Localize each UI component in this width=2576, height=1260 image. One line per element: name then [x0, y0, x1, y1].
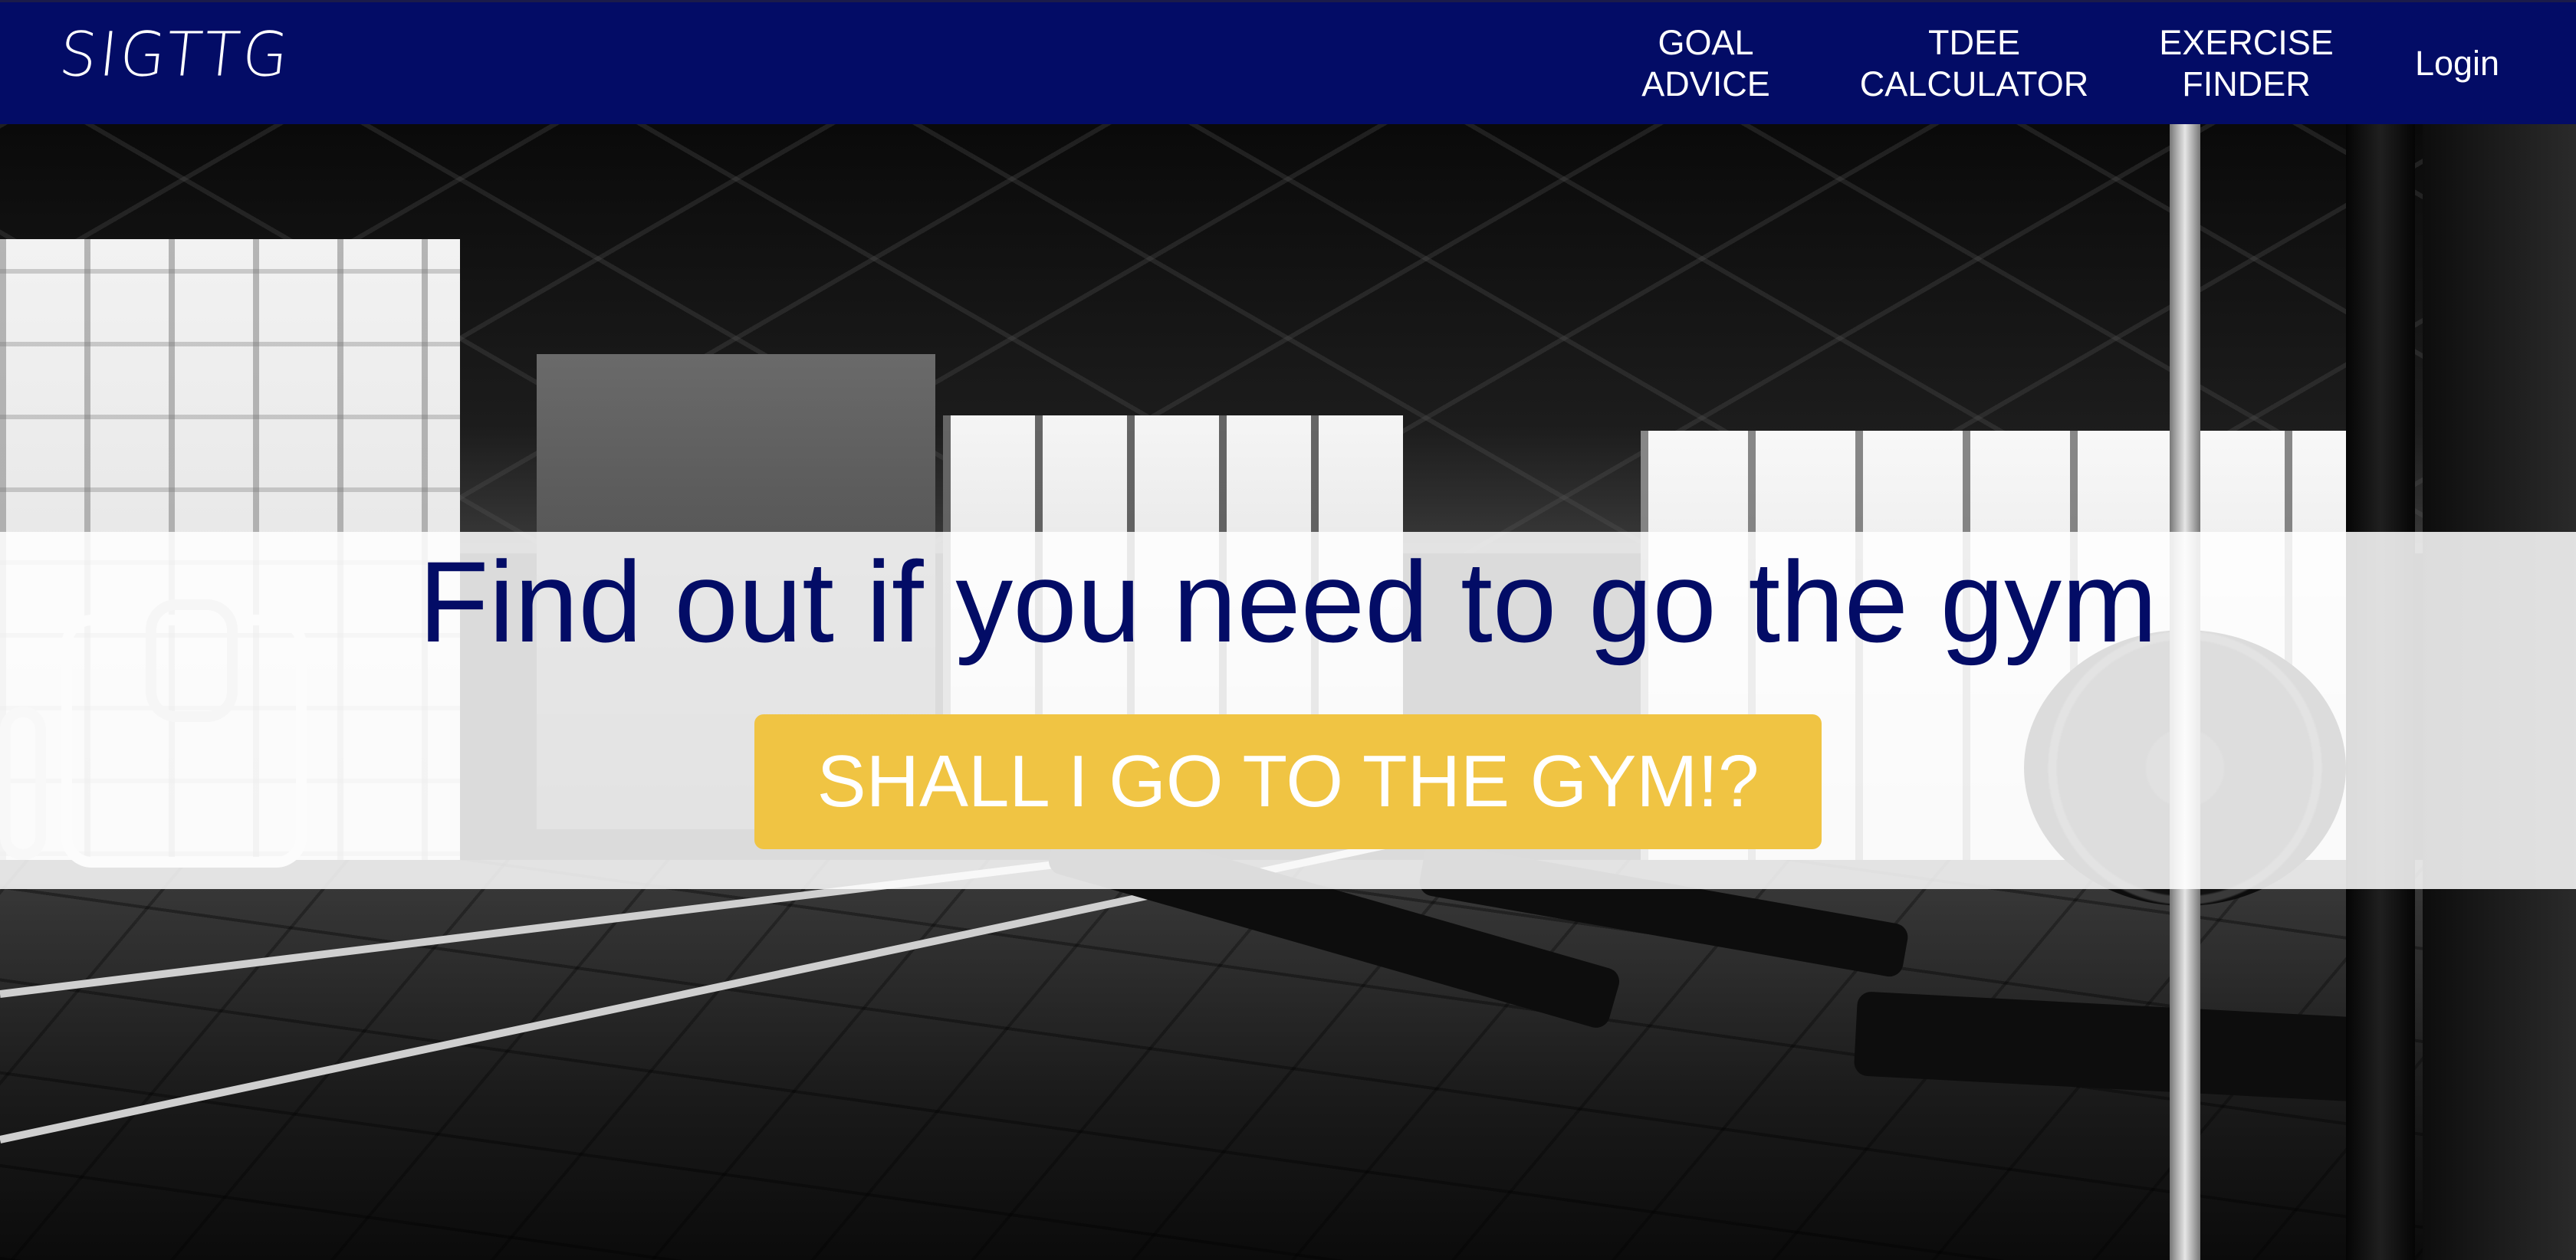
- hero-headline: Find out if you need to go the gym: [418, 537, 2158, 666]
- nav-links: GOAL ADVICE TDEE CALCULATOR EXERCISE FIN…: [1633, 2, 2507, 124]
- nav-link-exercise-finder[interactable]: EXERCISE FINDER: [2154, 22, 2338, 105]
- shall-i-go-button[interactable]: SHALL I GO TO THE GYM!?: [754, 714, 1822, 849]
- nav-link-tdee-calculator[interactable]: TDEE CALCULATOR: [1855, 22, 2093, 105]
- top-navbar: SIGTTG GOAL ADVICE TDEE CALCULATOR EXERC…: [0, 0, 2576, 124]
- hero-section: [0, 124, 2576, 1260]
- nav-link-goal-advice[interactable]: GOAL ADVICE: [1633, 22, 1779, 105]
- page: SIGTTG GOAL ADVICE TDEE CALCULATOR EXERC…: [0, 0, 2576, 1260]
- nav-link-login[interactable]: Login: [2407, 43, 2507, 84]
- site-logo[interactable]: SIGTTG: [56, 18, 294, 90]
